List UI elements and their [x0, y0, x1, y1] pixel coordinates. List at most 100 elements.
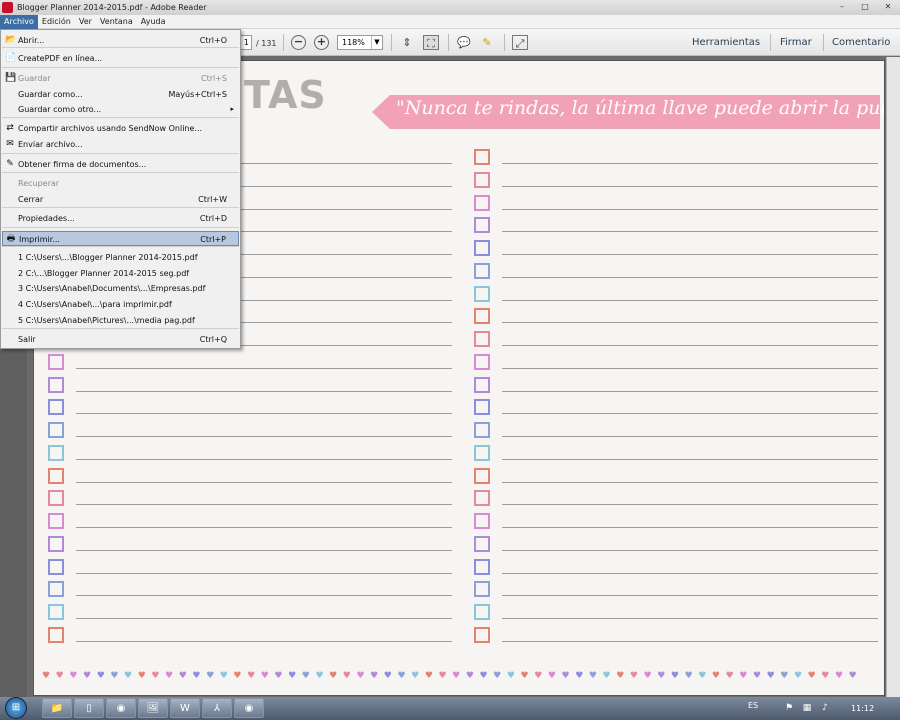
- comment-icon[interactable]: 💬: [456, 35, 472, 50]
- checkbox[interactable]: [474, 467, 490, 484]
- checkbox[interactable]: [474, 217, 490, 234]
- writing-line: [502, 299, 878, 301]
- hearts-border: ♥♥♥♥♥♥♥♥♥♥♥♥♥♥♥♥♥♥♥♥♥♥♥♥♥♥♥♥♥♥♥♥♥♥♥♥♥♥♥♥…: [42, 671, 863, 681]
- checkbox[interactable]: [48, 490, 64, 507]
- checkbox[interactable]: [474, 149, 490, 165]
- file-menu-item[interactable]: ✉ Enviar archivo...: [2, 137, 239, 152]
- checkbox[interactable]: [474, 171, 490, 188]
- maximize-button[interactable]: □: [855, 1, 875, 13]
- checkbox[interactable]: [474, 262, 490, 279]
- menu-archivo[interactable]: Archivo: [0, 14, 38, 29]
- firmar-button[interactable]: Firmar: [780, 37, 812, 48]
- comentario-button[interactable]: Comentario: [832, 37, 890, 48]
- checkbox[interactable]: [48, 422, 64, 438]
- checkbox[interactable]: [474, 490, 490, 507]
- menu-edicion[interactable]: Edición: [38, 15, 75, 29]
- checkbox[interactable]: [474, 240, 490, 256]
- checkbox[interactable]: [474, 604, 490, 620]
- zoom-value: 118%: [342, 38, 365, 47]
- record-app-icon[interactable]: ◉: [234, 698, 264, 718]
- scroll-mode-icon[interactable]: ⇕: [399, 35, 415, 50]
- file-menu-item-label: Guardar como...: [18, 90, 83, 99]
- checkbox[interactable]: [474, 422, 490, 438]
- writing-line: [502, 595, 878, 597]
- herramientas-button[interactable]: Herramientas: [692, 37, 760, 48]
- file-menu-item[interactable]: 🖶 Imprimir... Ctrl+P: [2, 231, 239, 246]
- checkbox[interactable]: [474, 626, 490, 643]
- checkbox[interactable]: [474, 399, 490, 416]
- file-menu-item[interactable]: 2 C:\...\Blogger Planner 2014-2015 seg.p…: [2, 266, 239, 281]
- checkbox[interactable]: [48, 581, 64, 598]
- file-menu-item[interactable]: Guardar como... Mayús+Ctrl+S: [2, 87, 239, 102]
- checkbox[interactable]: [48, 399, 64, 416]
- blank-app-icon[interactable]: ▯: [74, 698, 104, 718]
- checkbox[interactable]: [48, 604, 64, 620]
- file-menu-item[interactable]: 4 C:\Users\Anabel\...\para imprimir.pdf: [2, 297, 239, 312]
- vertical-scrollbar[interactable]: [886, 57, 900, 697]
- file-menu-item[interactable]: Propiedades... Ctrl+D: [2, 211, 239, 226]
- minimize-button[interactable]: –: [832, 1, 852, 13]
- file-menu-item[interactable]: 1 C:\Users\...\Blogger Planner 2014-2015…: [2, 250, 239, 265]
- checkbox[interactable]: [48, 444, 64, 461]
- sign-icon: ✎: [6, 159, 14, 169]
- checkbox[interactable]: [48, 513, 64, 529]
- submenu-arrow-icon: ▸: [230, 105, 234, 113]
- checkbox[interactable]: [474, 194, 490, 211]
- start-button[interactable]: ⊞: [5, 697, 27, 719]
- checkbox[interactable]: [474, 558, 490, 575]
- writing-line: [502, 254, 878, 255]
- photos-app-icon[interactable]: 🖼: [138, 698, 168, 718]
- chrome-app-icon[interactable]: ◉: [106, 698, 136, 718]
- file-menu-item[interactable]: 📂 Abrir... Ctrl+O: [2, 33, 239, 48]
- menu-ventana[interactable]: Ventana: [96, 15, 137, 29]
- zoom-in-button[interactable]: +: [314, 35, 329, 50]
- file-menu-item-label: Cerrar: [18, 195, 44, 204]
- file-menu-item[interactable]: Guardar como otro... ▸: [2, 102, 239, 117]
- file-menu-item-label: Enviar archivo...: [18, 140, 83, 149]
- clock[interactable]: 11:12: [851, 704, 874, 713]
- file-menu-item[interactable]: Cerrar Ctrl+W: [2, 192, 239, 207]
- checkbox[interactable]: [474, 513, 490, 529]
- toolbar-divider: [448, 34, 449, 51]
- checkbox[interactable]: [48, 376, 64, 393]
- menu-ayuda[interactable]: Ayuda: [137, 15, 170, 29]
- explorer-app-icon[interactable]: 📁: [42, 698, 72, 718]
- close-button[interactable]: ✕: [878, 1, 898, 13]
- checkbox[interactable]: [48, 353, 64, 370]
- file-menu-item[interactable]: ✎ Obtener firma de documentos...: [2, 157, 239, 172]
- checkbox[interactable]: [474, 331, 490, 347]
- checkbox[interactable]: [474, 581, 490, 598]
- file-menu-item[interactable]: 5 C:\Users\Anabel\Pictures\...\media pag…: [2, 313, 239, 328]
- checkbox[interactable]: [48, 467, 64, 484]
- writing-line: [502, 640, 878, 642]
- toolbar-divider: [283, 34, 284, 51]
- writing-line: [502, 390, 878, 392]
- checkbox[interactable]: [48, 535, 64, 552]
- checkbox[interactable]: [474, 353, 490, 370]
- checkbox[interactable]: [48, 558, 64, 575]
- file-menu-item-label: Propiedades...: [18, 214, 75, 223]
- network-icon[interactable]: ▦: [802, 703, 812, 713]
- volume-icon[interactable]: ♪: [820, 703, 830, 713]
- zoom-out-button[interactable]: −: [291, 35, 306, 50]
- save-icon: 💾: [5, 73, 17, 83]
- file-menu-item[interactable]: 3 C:\Users\Anabel\Documents\...\Empresas…: [2, 281, 239, 296]
- acrobat-app-icon[interactable]: ⅄: [202, 698, 232, 718]
- checkbox[interactable]: [474, 444, 490, 461]
- flag-icon[interactable]: ⚑: [784, 703, 794, 713]
- fullscreen-icon[interactable]: ⤢: [512, 35, 528, 50]
- file-menu-item[interactable]: ⇄ Compartir archivos usando SendNow Onlin…: [2, 121, 239, 136]
- language-indicator[interactable]: ES: [748, 701, 758, 710]
- checkbox[interactable]: [474, 376, 490, 393]
- menu-ver[interactable]: Ver: [75, 15, 96, 29]
- highlight-icon[interactable]: ✎: [479, 35, 495, 50]
- word-app-icon[interactable]: W: [170, 698, 200, 718]
- checkbox[interactable]: [474, 285, 490, 302]
- file-menu-item[interactable]: 📄 CreatePDF en línea...: [2, 51, 239, 66]
- checkbox[interactable]: [474, 308, 490, 325]
- zoom-select[interactable]: 118% ▼: [337, 35, 383, 50]
- checkbox[interactable]: [48, 626, 64, 643]
- file-menu-item[interactable]: Salir Ctrl+Q: [2, 332, 239, 347]
- checkbox[interactable]: [474, 535, 490, 552]
- fit-page-icon[interactable]: ⛶: [423, 35, 439, 50]
